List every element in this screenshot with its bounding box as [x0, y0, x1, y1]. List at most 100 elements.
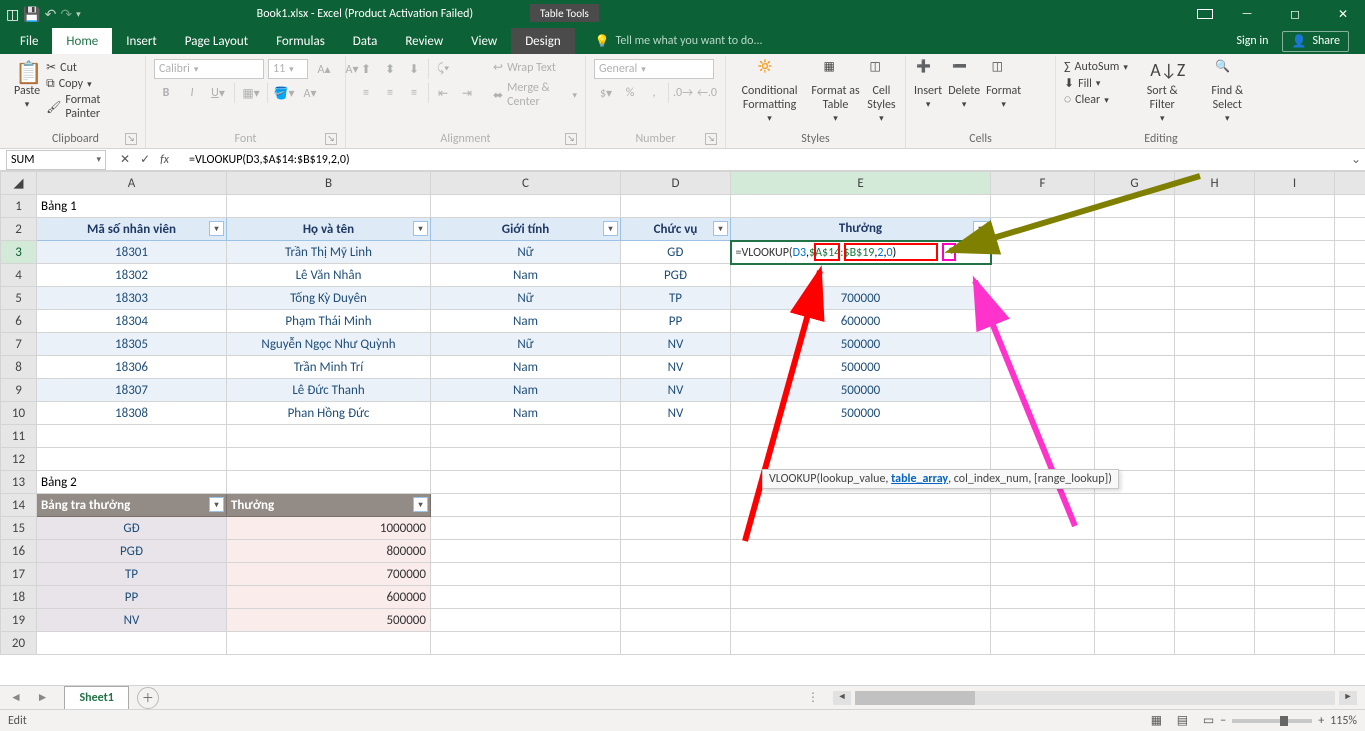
format-painter-button[interactable]: 🖌Format Painter: [46, 92, 137, 122]
cell[interactable]: [1095, 218, 1175, 241]
col-hdr-G[interactable]: G: [1095, 172, 1175, 195]
cell[interactable]: [431, 425, 621, 448]
cell[interactable]: [227, 195, 431, 218]
row-hdr-20[interactable]: 20: [1, 632, 37, 655]
cell[interactable]: Nam: [431, 310, 621, 333]
cell[interactable]: [1095, 310, 1175, 333]
delete-cells-button[interactable]: ➖Delete▾: [948, 59, 980, 110]
cell[interactable]: [1335, 356, 1365, 379]
cell[interactable]: Nữ: [431, 287, 621, 310]
cell[interactable]: [1095, 287, 1175, 310]
cell[interactable]: [1255, 494, 1335, 517]
cell[interactable]: 18303: [37, 287, 227, 310]
cell[interactable]: [621, 494, 731, 517]
cell[interactable]: [1255, 586, 1335, 609]
cell[interactable]: [1335, 563, 1365, 586]
cell[interactable]: [431, 540, 621, 563]
cell[interactable]: [1335, 333, 1365, 356]
cell[interactable]: [431, 471, 621, 494]
cell[interactable]: [991, 218, 1095, 241]
cell[interactable]: [1175, 494, 1255, 517]
autosum-button[interactable]: ∑AutoSum ▾: [1064, 59, 1128, 75]
cell[interactable]: [731, 264, 991, 287]
cell[interactable]: [991, 563, 1095, 586]
cell[interactable]: [731, 632, 991, 655]
cell[interactable]: [991, 586, 1095, 609]
cell[interactable]: [1255, 310, 1335, 333]
cell[interactable]: [1175, 517, 1255, 540]
cell[interactable]: [731, 609, 991, 632]
row-hdr-9[interactable]: 9: [1, 379, 37, 402]
cell[interactable]: [991, 448, 1095, 471]
cell[interactable]: [1095, 333, 1175, 356]
cell[interactable]: Phan Hồng Đức: [227, 402, 431, 425]
cell[interactable]: [1255, 563, 1335, 586]
row-hdr-16[interactable]: 16: [1, 540, 37, 563]
expand-formula-bar-icon[interactable]: ⌄: [1347, 152, 1365, 167]
select-all-corner[interactable]: ◢: [1, 172, 37, 195]
tooltip-table-array[interactable]: table_array: [891, 472, 948, 486]
cell[interactable]: 600000: [227, 586, 431, 609]
row-hdr-10[interactable]: 10: [1, 402, 37, 425]
table1-header[interactable]: Mã số nhân viên▾: [37, 218, 227, 241]
align-bottom-icon[interactable]: ⬇: [402, 59, 426, 79]
cell[interactable]: [991, 632, 1095, 655]
cell[interactable]: [1255, 379, 1335, 402]
cell[interactable]: Nam: [431, 379, 621, 402]
cell[interactable]: 18307: [37, 379, 227, 402]
cell[interactable]: [1335, 310, 1365, 333]
align-right-icon[interactable]: ≡: [402, 83, 426, 103]
cell[interactable]: [621, 195, 731, 218]
name-box[interactable]: SUM▾: [6, 150, 106, 170]
cell[interactable]: [991, 517, 1095, 540]
cell[interactable]: [991, 494, 1095, 517]
cell[interactable]: [1095, 402, 1175, 425]
row-hdr-5[interactable]: 5: [1, 287, 37, 310]
cell[interactable]: [1335, 264, 1365, 287]
tab-data[interactable]: Data: [339, 28, 392, 54]
ribbon-options-icon[interactable]: [1197, 9, 1213, 19]
cell[interactable]: [621, 586, 731, 609]
cell[interactable]: [1175, 632, 1255, 655]
cell[interactable]: [1095, 540, 1175, 563]
cell[interactable]: PP: [37, 586, 227, 609]
cell[interactable]: 800000: [227, 540, 431, 563]
cell[interactable]: [621, 517, 731, 540]
cell[interactable]: [1095, 517, 1175, 540]
cell[interactable]: [731, 586, 991, 609]
copy-button[interactable]: ⧉Copy ▾: [46, 76, 137, 92]
cell[interactable]: PP: [621, 310, 731, 333]
cell[interactable]: [1255, 241, 1335, 264]
cell[interactable]: Nam: [431, 356, 621, 379]
filter-icon[interactable]: ▾: [413, 497, 428, 512]
cell[interactable]: Trần Minh Trí: [227, 356, 431, 379]
insert-cells-button[interactable]: ➕Insert▾: [914, 59, 942, 110]
fill-color-button[interactable]: 🪣▾: [272, 83, 296, 103]
filter-icon[interactable]: ▾: [603, 221, 618, 236]
cell[interactable]: [621, 425, 731, 448]
cell[interactable]: [621, 563, 731, 586]
col-hdr-B[interactable]: B: [227, 172, 431, 195]
row-hdr-2[interactable]: 2: [1, 218, 37, 241]
filter-icon[interactable]: ▾: [209, 221, 224, 236]
cell[interactable]: Nữ: [431, 333, 621, 356]
cell[interactable]: [1255, 287, 1335, 310]
page-break-icon[interactable]: ▭: [1197, 714, 1220, 728]
merge-center-button[interactable]: ⬌Merge & Center ▾: [493, 80, 577, 110]
cell[interactable]: [1335, 471, 1365, 494]
table1-header[interactable]: Chức vụ▾: [621, 218, 731, 241]
cell[interactable]: Bảng 1: [37, 195, 227, 218]
decrease-decimal-icon[interactable]: ←.0: [695, 83, 719, 103]
hscroll-thumb[interactable]: [855, 691, 975, 705]
cell[interactable]: [621, 448, 731, 471]
cell[interactable]: TP: [37, 563, 227, 586]
close-button[interactable]: ✕: [1321, 0, 1365, 28]
cell[interactable]: [621, 540, 731, 563]
cell[interactable]: [731, 494, 991, 517]
cell[interactable]: TP: [621, 287, 731, 310]
cell[interactable]: [1175, 218, 1255, 241]
cell[interactable]: [991, 241, 1095, 264]
cell-E3-editing[interactable]: =VLOOKUP(D3,$A$14:$B$19,2,0): [731, 241, 991, 264]
cell[interactable]: GĐ: [37, 517, 227, 540]
cell[interactable]: 700000: [731, 287, 991, 310]
